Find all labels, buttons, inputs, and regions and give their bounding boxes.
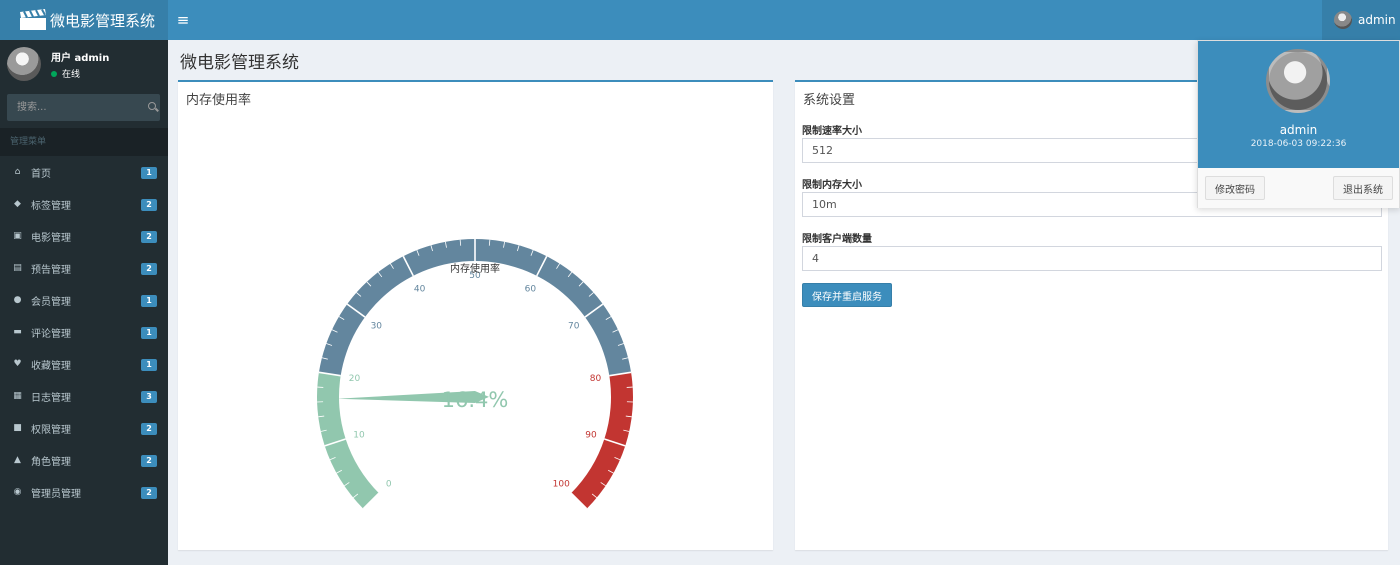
clapperboard-icon [20,9,46,30]
sidebar-item[interactable]: ◆ 标签管理 2 [0,188,168,220]
gauge-minor-tick [488,239,491,246]
online-status-text: 在线 [62,70,81,80]
settings-box-title: 系统设置 [803,93,856,108]
gauge-tick-label: 10 [353,431,365,441]
sidebar-item[interactable]: ◉ 管理员管理 2 [0,476,168,508]
logo-bar[interactable]: 微电影管理系统 [0,0,168,40]
gauge-tick-label: 0 [386,479,392,489]
sidebar-item[interactable]: ● 会员管理 1 [0,284,168,316]
sidebar-item-badge: 2 [141,423,157,435]
file-text-icon: ▦ [13,391,22,401]
sidebar-user-status: 在线 [51,67,80,80]
change-password-button[interactable]: 修改密码 [1205,176,1265,200]
search-icon[interactable] [142,94,160,121]
user-dropdown: admin 2018-06-03 09:22:36 修改密码 退出系统 [1197,40,1400,208]
sidebar-item[interactable]: ▦ 日志管理 3 [0,380,168,412]
sidebar-item-label: 角色管理 [31,456,71,468]
users-icon: ● [13,295,22,305]
tags-icon: ◆ [14,199,21,209]
sidebar-item[interactable]: ▲ 角色管理 2 [0,444,168,476]
sidebar-item-badge: 2 [141,263,157,275]
user-panel: 用户 admin 在线 [0,40,168,92]
app-logo-text: 微电影管理系统 [50,11,156,30]
sidebar-item-badge: 1 [141,359,157,371]
gauge-band-low [317,372,379,509]
sidebar-item-label: 首页 [31,168,51,180]
lock-icon: ■ [13,423,22,433]
memory-limit-label: 限制内存大小 [802,180,862,191]
user-menu-label: admin [1358,13,1396,27]
comments-icon: ▬ [13,327,22,337]
sidebar-avatar [7,47,41,81]
sidebar-item-label: 会员管理 [31,296,71,308]
gauge-tick-label: 30 [371,321,383,331]
user-avatar-small [1334,11,1352,29]
sidebar-item-badge: 1 [141,327,157,339]
file-video-icon: ▣ [13,231,22,241]
sidebar: 用户 admin 在线 管理菜单 ⌂ 首页 1 ◆ 标签管理 2 ▣ 电影管理 2 ▤ 预告管理 2 ●… [0,40,168,565]
gauge-tick-label: 70 [568,321,580,331]
sidebar-item-badge: 1 [141,167,157,179]
gauge-tick-label: 80 [590,374,602,384]
memory-gauge-chart: 0102030405060708090100内存使用率16.4% [317,238,633,510]
sidebar-item-label: 标签管理 [31,200,71,212]
sidebar-toggle-button[interactable]: ≡ [168,0,198,40]
sidebar-item-label: 日志管理 [31,392,71,404]
gauge-band-high [571,372,633,509]
sidebar-item-badge: 3 [141,391,157,403]
online-status-icon [51,70,57,77]
page-title: 微电影管理系统 [180,53,299,73]
top-navbar: ≡ admin [168,0,1400,40]
menu-header: 管理菜单 [0,128,168,156]
sidebar-item-label: 预告管理 [31,264,71,276]
sidebar-item[interactable]: ♥ 收藏管理 1 [0,348,168,380]
film-icon: ▤ [13,263,22,273]
sidebar-item[interactable]: ▣ 电影管理 2 [0,220,168,252]
gauge-tick-label: 20 [349,374,361,384]
user-dropdown-header: admin 2018-06-03 09:22:36 [1198,41,1399,168]
logout-button[interactable]: 退出系统 [1333,176,1393,200]
sidebar-item-badge: 2 [141,487,157,499]
sidebar-item-badge: 2 [141,455,157,467]
sidebar-item-badge: 2 [141,199,157,211]
user-menu-button[interactable]: admin [1322,0,1400,40]
dropdown-user-name: admin [1279,123,1318,137]
save-restart-button[interactable]: 保存并重启服务 [802,283,892,307]
gauge-title: 内存使用率 [450,262,500,275]
sidebar-item-label: 收藏管理 [31,360,71,372]
sidebar-item[interactable]: ⌂ 首页 1 [0,156,168,188]
gauge-tick-label: 100 [553,479,570,489]
user-secret-icon: ▲ [14,455,21,465]
memory-usage-box: 内存使用率 0 10 20 30 40 50 60 70 80 90 100 内存使用率 16.4% [178,80,773,550]
gauge-tick-label: 40 [414,284,426,294]
rate-limit-label: 限制速率大小 [802,126,862,137]
sidebar-item-label: 评论管理 [31,328,71,340]
sidebar-item-label: 权限管理 [31,424,71,436]
dropdown-login-time: 2018-06-03 09:22:36 [1250,139,1347,149]
sidebar-search-input[interactable] [7,94,142,121]
sidebar-item-badge: 2 [141,231,157,243]
sidebar-item-label: 电影管理 [31,232,71,244]
sidebar-menu: ⌂ 首页 1 ◆ 标签管理 2 ▣ 电影管理 2 ▤ 预告管理 2 ● 会员管理 1 ▬ 评论管理 1 ♥ 收藏管理 1… [0,156,168,508]
gauge-tick-label: 60 [525,284,537,294]
user-avatar-large [1266,49,1330,113]
sidebar-item-badge: 1 [141,295,157,307]
gauge-minor-tick [459,239,462,246]
menu-icon: ≡ [176,11,190,29]
sidebar-item[interactable]: ▬ 评论管理 1 [0,316,168,348]
home-icon: ⌂ [14,167,21,177]
user-circle-icon: ◉ [13,487,22,497]
client-limit-label: 限制客户端数量 [802,234,872,245]
sidebar-user-name: 用户 admin [51,53,110,64]
client-limit-input[interactable] [802,246,1382,271]
sidebar-item-label: 管理员管理 [31,488,81,500]
sidebar-search [7,94,160,121]
heart-icon: ♥ [13,359,22,369]
gauge-value: 16.4% [442,388,509,412]
sidebar-item[interactable]: ■ 权限管理 2 [0,412,168,444]
gauge-tick-label: 90 [585,431,597,441]
user-dropdown-footer: 修改密码 退出系统 [1198,168,1399,208]
sidebar-item[interactable]: ▤ 预告管理 2 [0,252,168,284]
